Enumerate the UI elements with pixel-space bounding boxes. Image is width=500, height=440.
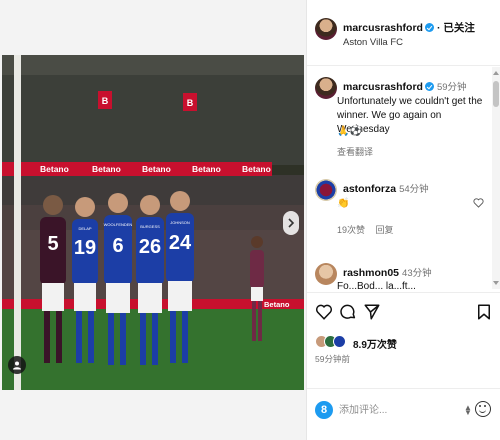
- paper-plane-icon[interactable]: [363, 303, 381, 321]
- comment-time: 43分钟: [402, 268, 432, 279]
- caption-username[interactable]: marcusrashford: [343, 81, 423, 93]
- see-translation-link[interactable]: 查看翻译: [337, 145, 373, 158]
- media-panel: B B Betano Betano Betano Betano Betano B…: [0, 0, 306, 440]
- ad-board-text: Betano: [142, 164, 171, 174]
- comment-username[interactable]: astonforza: [343, 183, 396, 195]
- post-location[interactable]: Aston Villa FC: [343, 37, 403, 48]
- likes-count[interactable]: 8.9万次赞: [353, 336, 397, 351]
- post-image[interactable]: B B Betano Betano Betano Betano Betano B…: [2, 55, 304, 390]
- caption-author-avatar[interactable]: [315, 77, 337, 99]
- comment-like-count[interactable]: 19次赞: [337, 225, 365, 235]
- comment-header: astonforza 54分钟: [343, 181, 429, 195]
- reply-button[interactable]: 回复: [376, 225, 394, 235]
- svg-text:B: B: [187, 98, 194, 108]
- jersey-name: DELAP: [78, 226, 91, 231]
- ad-board-text: Betano: [40, 164, 69, 174]
- comment-text: 👏: [337, 198, 350, 209]
- caption-time: 59分钟: [436, 82, 467, 93]
- jersey-number: 6: [112, 235, 123, 257]
- add-comment-bar: 8 ▲▼: [307, 388, 500, 440]
- heart-icon[interactable]: [315, 303, 333, 321]
- smiley-icon[interactable]: [475, 401, 491, 417]
- user-tag-icon: [13, 361, 21, 370]
- user-tag-button[interactable]: [8, 356, 26, 374]
- comment-time: 54分钟: [399, 184, 429, 195]
- chevron-right-icon: [288, 218, 295, 228]
- app-badge-icon[interactable]: 8: [315, 401, 333, 419]
- author-avatar[interactable]: [315, 18, 337, 40]
- comment-text: Fo...Bod... la...ft...: [337, 281, 416, 289]
- author-username[interactable]: marcusrashford: [343, 22, 423, 34]
- scroll-thumb[interactable]: [493, 81, 499, 107]
- post-actions: 8.9万次赞 59分钟前: [307, 292, 500, 372]
- next-image-button[interactable]: [283, 211, 299, 235]
- jersey-number: 24: [169, 232, 192, 254]
- caption-header: marcusrashford 59分钟: [343, 79, 467, 93]
- jersey-number: 19: [74, 237, 96, 259]
- scroll-down-arrow-icon[interactable]: [493, 281, 499, 285]
- verified-badge-icon: [424, 82, 434, 91]
- jersey-number: 5: [47, 233, 58, 255]
- comment-likes: 19次赞 回复: [337, 223, 394, 236]
- post-timestamp: 59分钟前: [315, 354, 350, 364]
- scroll-up-arrow-icon[interactable]: [493, 71, 499, 75]
- comment-avatar[interactable]: [315, 179, 337, 201]
- liker-avatar: [333, 335, 346, 348]
- svg-text:B: B: [102, 96, 109, 106]
- comment-like-heart-icon[interactable]: [473, 198, 484, 208]
- author-username-row: marcusrashford · 已关注: [343, 20, 475, 35]
- photo-scene: B B Betano Betano Betano Betano Betano B…: [2, 55, 304, 390]
- bookmark-icon[interactable]: [475, 303, 493, 321]
- comments-scrollbar[interactable]: [492, 67, 500, 289]
- ad-board-text: Betano: [242, 164, 271, 174]
- post-sidebar: marcusrashford · 已关注 Aston Villa FC marcu…: [306, 0, 500, 440]
- verified-badge-icon: [424, 23, 434, 32]
- updown-arrows-icon[interactable]: ▲ ▼: [464, 404, 472, 417]
- caption-emoji: 🙏⚽: [337, 126, 362, 137]
- jersey-name: BURGESS: [140, 224, 160, 229]
- jersey-number: 26: [139, 236, 161, 258]
- comment-icon[interactable]: [339, 303, 357, 321]
- comment-username[interactable]: rashmon05: [343, 267, 399, 279]
- ad-board-text: Betano: [92, 164, 121, 174]
- comment-input[interactable]: [339, 401, 459, 419]
- jersey-name: WOOLFENDEN: [104, 222, 133, 227]
- comments-list: marcusrashford 59分钟 Unfortunately we coul…: [307, 67, 500, 289]
- ad-board-text: Betano: [264, 300, 290, 309]
- comment-avatar[interactable]: [315, 263, 337, 285]
- comment-header: rashmon05 43分钟: [343, 265, 432, 279]
- jersey-name: JOHNSON: [170, 220, 190, 225]
- post-header: marcusrashford · 已关注 Aston Villa FC: [307, 0, 500, 66]
- follow-status[interactable]: · 已关注: [437, 22, 475, 34]
- ad-board-text: Betano: [192, 164, 221, 174]
